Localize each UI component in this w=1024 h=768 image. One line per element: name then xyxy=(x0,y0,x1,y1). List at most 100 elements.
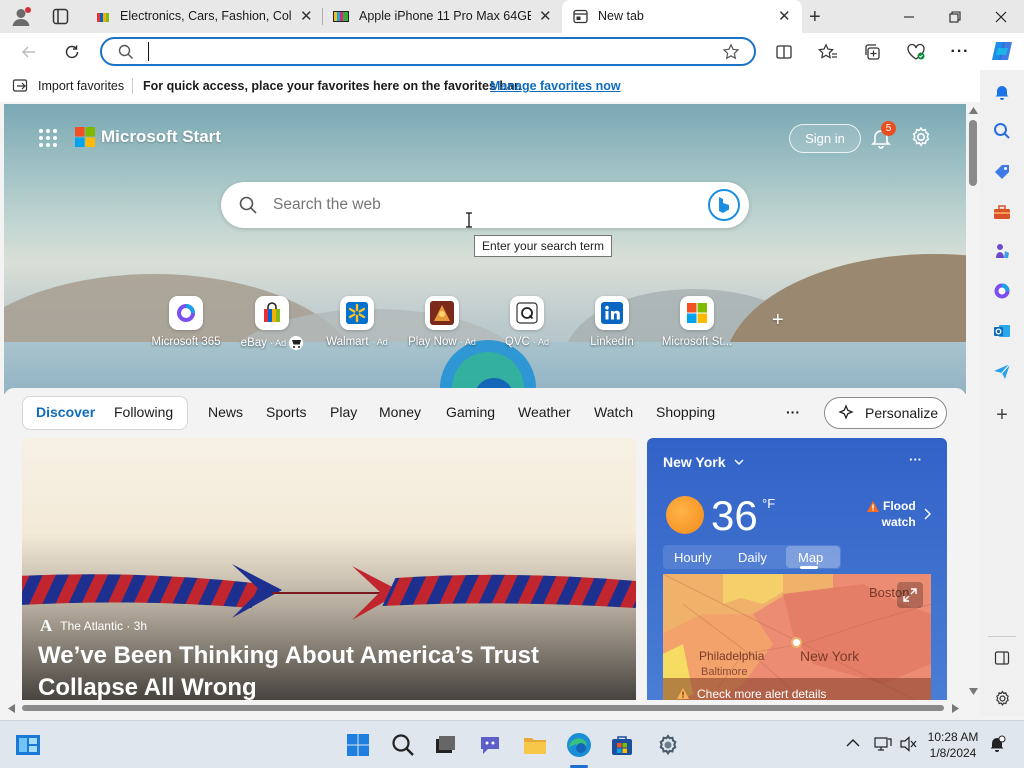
scroll-left-arrow-icon[interactable] xyxy=(8,704,15,713)
nav-watch[interactable]: Watch xyxy=(594,404,633,420)
edge-taskbar-icon[interactable] xyxy=(565,731,593,759)
weather-more-icon[interactable]: ··· xyxy=(909,452,922,467)
quick-link-walmart[interactable]: Walmart · Ad xyxy=(312,296,402,348)
file-explorer-icon[interactable] xyxy=(521,731,549,759)
send-plane-icon[interactable] xyxy=(991,360,1013,382)
copilot-icon[interactable] xyxy=(990,39,1014,63)
microsoft-store-taskbar-icon[interactable] xyxy=(608,731,636,759)
microsoft-365-sidebar-icon[interactable] xyxy=(991,280,1013,302)
sign-in-button[interactable]: Sign in xyxy=(789,124,861,153)
vertical-scrollbar[interactable] xyxy=(966,104,980,700)
tab-new-tab[interactable]: New tab ✕ xyxy=(562,0,802,33)
tab-actions-icon[interactable] xyxy=(52,8,69,25)
outlook-icon[interactable] xyxy=(991,320,1013,342)
nav-weather[interactable]: Weather xyxy=(518,404,571,420)
widgets-icon[interactable] xyxy=(14,731,42,759)
profile-icon[interactable] xyxy=(10,6,32,28)
sidebar-search-icon[interactable] xyxy=(991,120,1013,142)
refresh-icon[interactable] xyxy=(61,41,83,63)
volume-muted-icon[interactable] xyxy=(900,736,918,752)
quick-link-play-now[interactable]: Play Now · Ad xyxy=(397,296,487,348)
quick-link-microsoft-365[interactable]: Microsoft 365 xyxy=(141,296,231,348)
chat-icon[interactable] xyxy=(476,731,504,759)
web-search-box[interactable] xyxy=(221,182,749,228)
expand-map-icon[interactable] xyxy=(897,582,923,608)
tab-iphone[interactable]: Apple iPhone 11 Pro Max 64GB Unlocked ✕ xyxy=(323,0,561,33)
nav-play[interactable]: Play xyxy=(330,404,357,420)
notifications-icon[interactable] xyxy=(991,81,1013,103)
notification-center-icon[interactable] xyxy=(988,735,1006,753)
nav-discover[interactable]: Discover xyxy=(36,404,95,420)
bing-chat-icon[interactable] xyxy=(708,189,740,221)
restore-icon[interactable] xyxy=(932,0,978,33)
minimize-icon[interactable] xyxy=(886,0,932,33)
system-clock[interactable]: 10:28 AM 1/8/2024 xyxy=(925,729,981,761)
close-window-icon[interactable] xyxy=(978,0,1024,33)
chevron-right-icon[interactable] xyxy=(923,508,931,520)
back-icon[interactable] xyxy=(18,41,40,63)
close-tab-icon[interactable]: ✕ xyxy=(300,7,313,25)
weather-location-selector[interactable]: New York xyxy=(663,454,744,470)
sidebar-settings-gear-icon[interactable] xyxy=(991,687,1013,709)
close-tab-icon[interactable]: ✕ xyxy=(539,7,552,25)
app-launcher-icon[interactable] xyxy=(38,128,58,148)
quick-link-qvc[interactable]: QVC · Ad xyxy=(482,296,572,348)
story-card[interactable]: A The Atlantic · 3h We’ve Been Thinking … xyxy=(22,438,636,700)
quick-link-microsoft-store[interactable]: Microsoft St... xyxy=(652,296,742,348)
scroll-right-arrow-icon[interactable] xyxy=(952,704,959,713)
nav-sports[interactable]: Sports xyxy=(266,404,306,420)
scroll-up-arrow-icon[interactable] xyxy=(969,107,978,114)
weather-card[interactable]: New York ··· 36 °F Flood watch Hourly Da… xyxy=(647,438,947,700)
scroll-down-arrow-icon[interactable] xyxy=(969,688,978,695)
favorites-icon[interactable] xyxy=(817,41,839,63)
nav-money[interactable]: Money xyxy=(379,404,421,420)
network-icon[interactable] xyxy=(874,736,892,752)
split-screen-icon[interactable] xyxy=(773,41,795,63)
browser-essentials-icon[interactable] xyxy=(905,41,927,63)
settings-more-icon[interactable]: ··· xyxy=(949,41,971,63)
settings-app-icon[interactable] xyxy=(654,731,682,759)
add-sidebar-app-icon[interactable]: + xyxy=(991,404,1013,426)
tab-title: New tab xyxy=(598,9,644,23)
nav-news[interactable]: News xyxy=(208,404,243,420)
nav-following[interactable]: Following xyxy=(114,404,173,420)
tools-toolbox-icon[interactable] xyxy=(991,201,1013,223)
tab-daily[interactable]: Daily xyxy=(738,550,767,565)
hscrollbar-thumb[interactable] xyxy=(22,705,944,711)
personalize-button[interactable]: Personalize xyxy=(824,397,947,429)
collections-icon[interactable] xyxy=(861,41,883,63)
nav-shopping[interactable]: Shopping xyxy=(656,404,715,420)
story-headline[interactable]: We’ve Been Thinking About America’s Trus… xyxy=(38,640,628,700)
shopping-tag-icon[interactable] xyxy=(991,161,1013,183)
nav-more-icon[interactable]: ··· xyxy=(786,404,800,420)
nav-gaming[interactable]: Gaming xyxy=(446,404,495,420)
address-bar[interactable] xyxy=(100,37,756,66)
web-search-input[interactable] xyxy=(273,194,653,216)
address-input[interactable] xyxy=(148,42,708,61)
games-chess-icon[interactable] xyxy=(991,240,1013,262)
microsoft-start-logo[interactable]: Microsoft Start xyxy=(75,127,221,147)
tab-map[interactable]: Map xyxy=(798,550,823,565)
alert-details-bar[interactable]: Check more alert details xyxy=(663,678,931,700)
import-favorites-button[interactable]: Import favorites xyxy=(12,78,124,94)
task-view-icon[interactable] xyxy=(431,731,459,759)
quick-link-ebay[interactable]: eBay · Ad xyxy=(227,296,317,350)
tray-chevron-up-icon[interactable] xyxy=(846,738,860,747)
weather-alert-map[interactable]: Boston Philadelphia Baltimore New York C… xyxy=(663,574,931,700)
start-windows-icon[interactable] xyxy=(344,731,372,759)
tab-ebay[interactable]: Electronics, Cars, Fashion, Collectibles… xyxy=(84,0,322,33)
new-tab-plus-icon[interactable]: + xyxy=(809,6,821,29)
taskbar-search-icon[interactable] xyxy=(389,731,417,759)
hide-sidebar-icon[interactable] xyxy=(991,647,1013,669)
horizontal-scrollbar[interactable] xyxy=(0,700,966,716)
temperature-unit[interactable]: °F xyxy=(762,496,775,511)
manage-favorites-link[interactable]: Manage favorites now xyxy=(490,79,621,93)
close-tab-icon[interactable]: ✕ xyxy=(778,7,791,25)
add-quick-link-icon[interactable]: + xyxy=(772,309,784,332)
favorite-star-icon[interactable] xyxy=(722,43,740,61)
quick-link-linkedin[interactable]: LinkedIn xyxy=(567,296,657,348)
page-settings-gear-icon[interactable] xyxy=(910,126,932,148)
scrollbar-thumb[interactable] xyxy=(969,120,977,186)
flood-alert[interactable]: Flood watch xyxy=(867,498,916,530)
tab-hourly[interactable]: Hourly xyxy=(674,550,712,565)
